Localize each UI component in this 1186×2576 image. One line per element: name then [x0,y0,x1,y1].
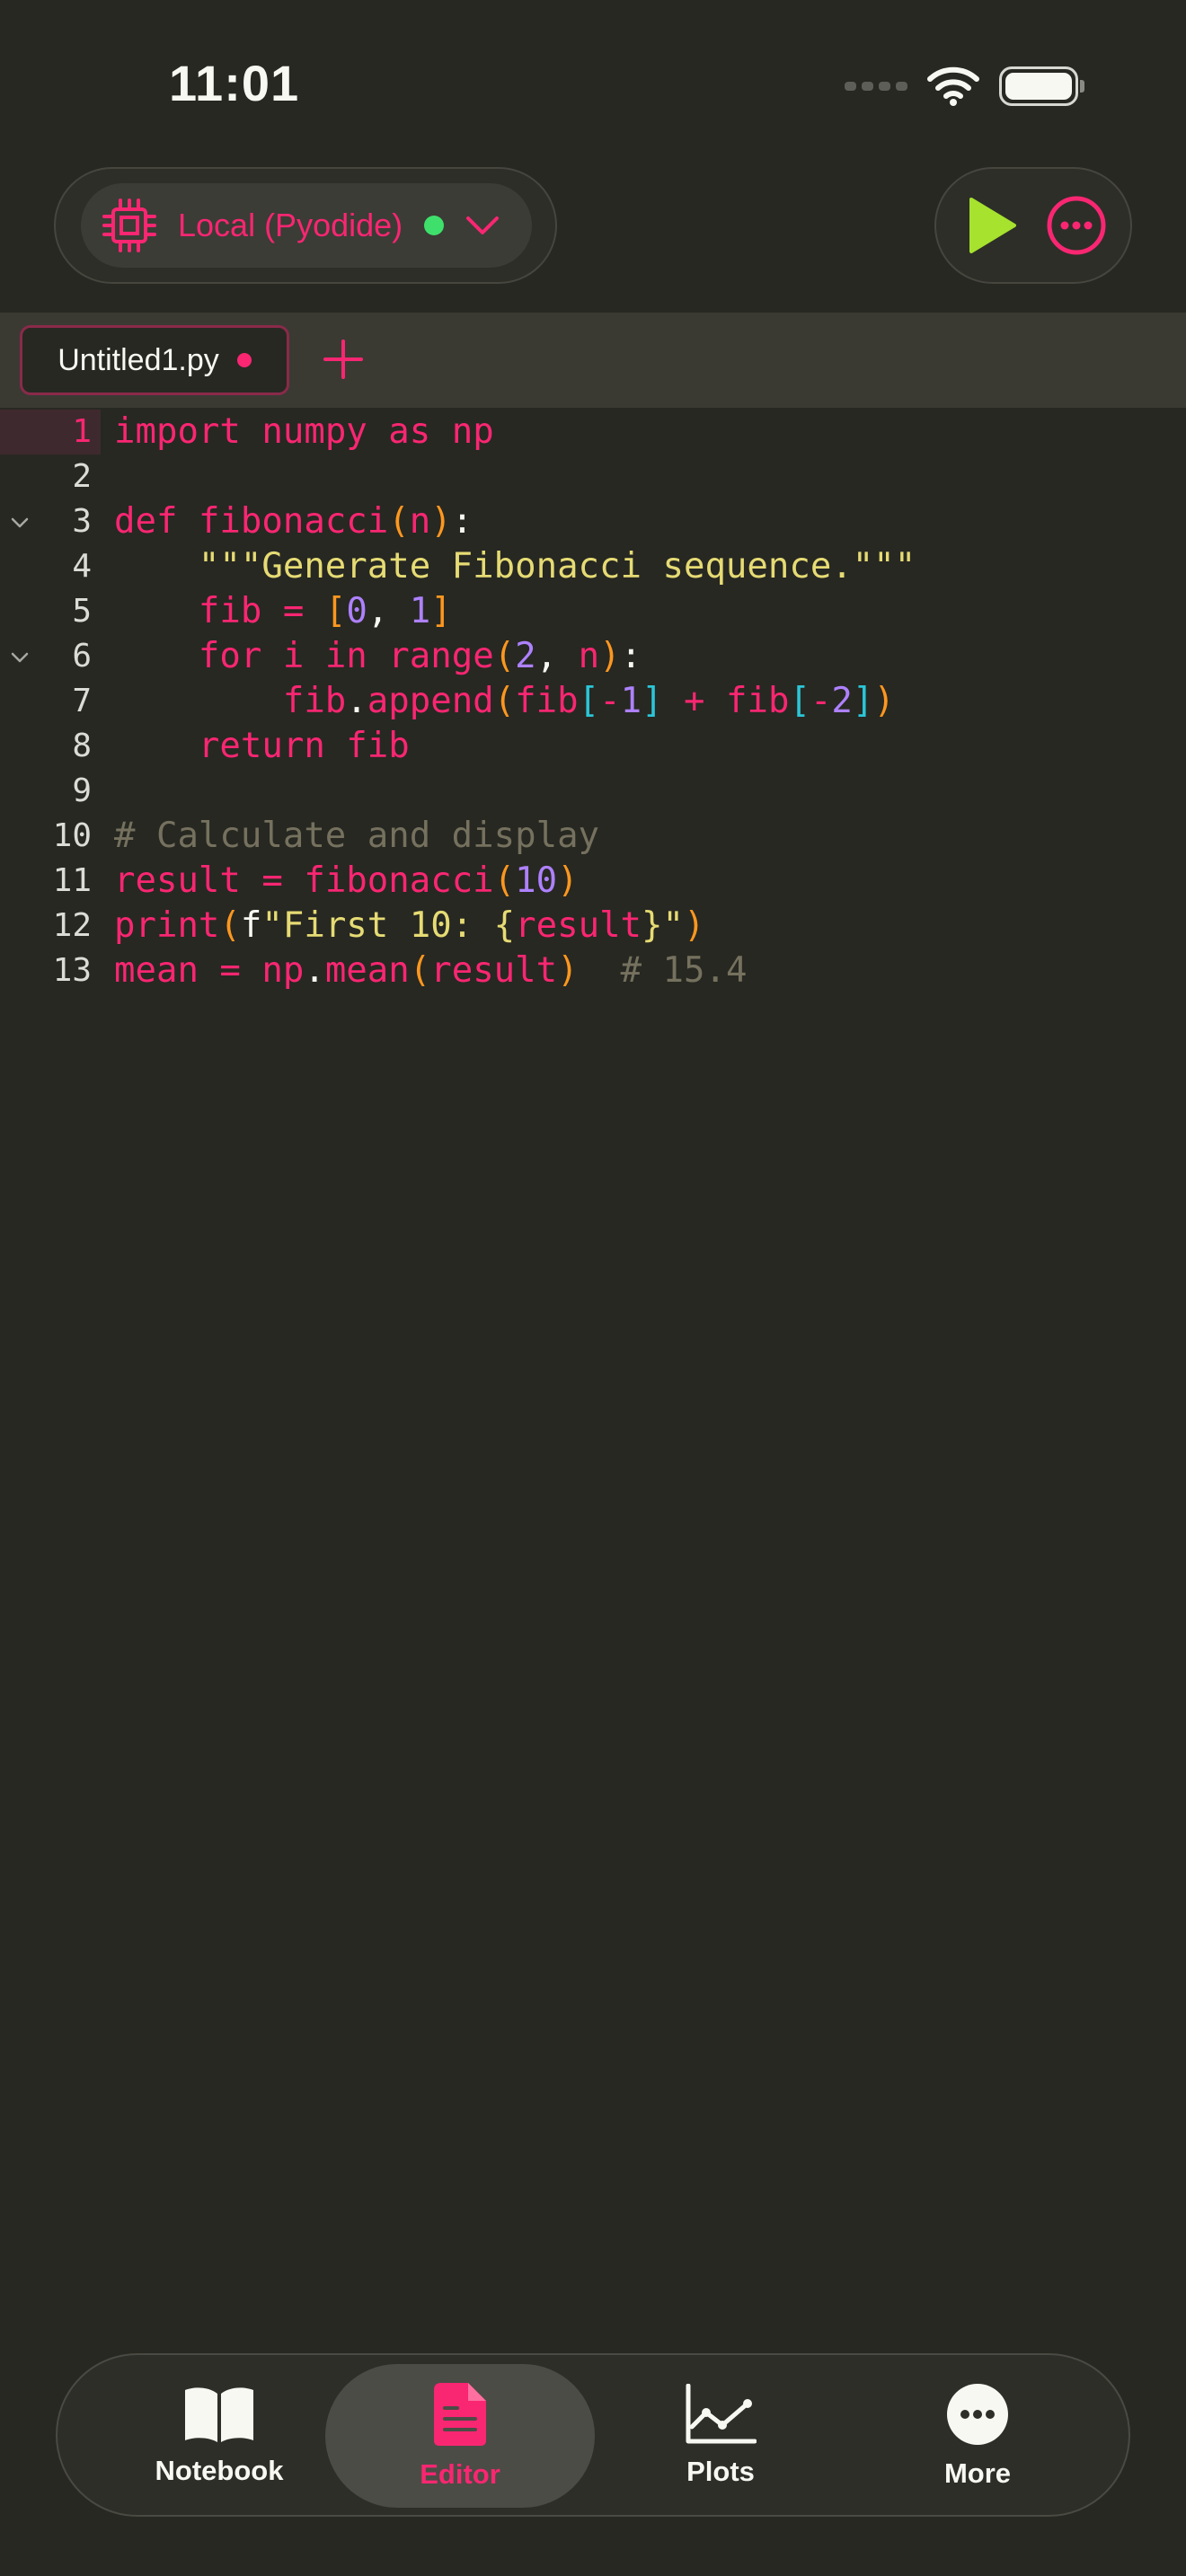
cpu-chip-icon [102,198,156,252]
line-number: 1 [72,413,92,450]
line-number: 8 [72,728,92,764]
kernel-selector-container: Local (Pyodide) [54,167,557,284]
code-line[interactable]: 6 for i in range(2, n): [0,634,1186,679]
code-line[interactable]: 12 print(f"First 10: {result}") [0,904,1186,948]
code-text: # Calculate and display [114,816,600,856]
line-number: 2 [72,458,92,495]
nav-plots[interactable]: Plots [586,2364,855,2508]
line-number: 11 [52,862,92,899]
unsaved-indicator [236,353,252,367]
document-icon [434,2383,486,2446]
wifi-icon [927,66,979,106]
line-number: 4 [72,548,92,585]
tab-label: Untitled1.py [58,342,219,377]
nav-notebook[interactable]: Notebook [84,2364,354,2508]
nav-editor[interactable]: Editor [325,2364,595,2508]
line-number: 7 [72,683,92,719]
code-text: print(f"First 10: {result}") [114,905,705,946]
code-line[interactable]: 10 # Calculate and display [0,814,1186,859]
kernel-label: Local (Pyodide) [178,207,403,243]
code-line[interactable]: 9 [0,769,1186,814]
code-line[interactable]: 5 fib = [0, 1] [0,589,1186,634]
battery-icon [999,66,1084,106]
code-line[interactable]: 8 return fib [0,724,1186,769]
more-options-button[interactable] [1045,194,1108,257]
run-button[interactable] [959,194,1022,257]
actions-container [934,167,1132,284]
code-line[interactable]: 3 def fibonacci(n): [0,499,1186,544]
chevron-down-icon [466,216,500,234]
line-chart-icon [686,2384,757,2444]
code-text: mean = np.mean(result) # 15.4 [114,950,748,991]
line-number: 10 [52,817,92,854]
kernel-selector[interactable]: Local (Pyodide) [81,183,532,268]
code-line[interactable]: 2 [0,454,1186,499]
nav-label: Notebook [155,2455,284,2486]
code-text: return fib [198,726,410,766]
code-text: fib = [0, 1] [198,591,452,631]
code-line[interactable]: 4 """Generate Fibonacci sequence.""" [0,544,1186,589]
add-tab-button[interactable] [320,336,367,383]
line-number: 13 [52,952,92,989]
code-text: result = fibonacci(10) [114,860,579,901]
more-icon [947,2384,1008,2445]
line-number: 5 [72,593,92,630]
book-icon [185,2387,253,2442]
nav-label: More [943,2457,1012,2489]
nav-label: Editor [420,2458,500,2490]
line-number: 3 [72,503,92,540]
code-line[interactable]: 11 result = fibonacci(10) [0,859,1186,904]
status-time: 11:01 [169,55,300,111]
code-text: """Generate Fibonacci sequence.""" [198,546,916,587]
status-icons [845,63,1084,110]
code-line[interactable]: 1 import numpy as np [0,410,1186,454]
kernel-status-dot [424,216,445,235]
nav-more[interactable]: More [843,2364,1112,2508]
cellular-signal-icon [845,82,907,91]
code-text: def fibonacci(n): [114,501,474,542]
code-line[interactable]: 13 mean = np.mean(result) # 15.4 [0,948,1186,993]
bottom-navigation: Notebook Editor Plots More [56,2353,1130,2517]
code-line[interactable]: 7 fib.append(fib[-1] + fib[-2]) [0,679,1186,724]
code-text: for i in range(2, n): [198,636,642,676]
line-number: 12 [52,907,92,944]
tab-untitled1[interactable]: Untitled1.py [20,325,289,395]
code-text: import numpy as np [114,411,494,452]
code-editor[interactable]: 1 import numpy as np 2 3 def fibonacci(n): 4 … [0,410,1186,993]
code-text: fib.append(fib[-1] + fib[-2]) [282,681,895,721]
nav-label: Plots [686,2456,755,2487]
tab-bar: Untitled1.py [0,313,1186,408]
line-number: 9 [72,772,92,809]
line-number: 6 [72,638,92,675]
